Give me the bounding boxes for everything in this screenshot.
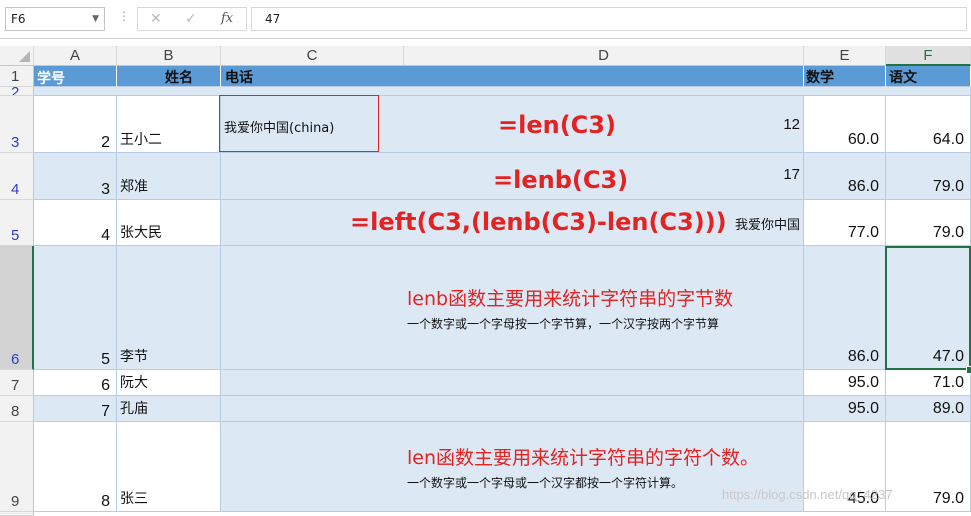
- column-header-d[interactable]: D: [404, 46, 804, 66]
- column-header-f[interactable]: F: [886, 46, 971, 66]
- cell-c8[interactable]: [221, 396, 804, 422]
- header-name-label: 姓名: [165, 70, 193, 86]
- cell-e6[interactable]: 86.0: [804, 246, 886, 370]
- select-all-button[interactable]: [0, 46, 34, 66]
- cell-e4[interactable]: 86.0: [804, 153, 886, 200]
- cell-d5-value: 我爱你中国: [734, 218, 800, 233]
- header-cell-chinese[interactable]: 语文: [886, 66, 971, 87]
- cell-a3[interactable]: 2: [34, 96, 117, 153]
- row-header-1[interactable]: 1: [0, 66, 34, 87]
- fill-handle[interactable]: [966, 366, 971, 374]
- drag-handle-icon[interactable]: ⋮: [118, 9, 130, 23]
- cell-f9[interactable]: 79.0: [886, 422, 971, 512]
- row-header-2[interactable]: 2: [0, 87, 34, 96]
- left-formula-annotation: =left(C3,(lenb(C3)-len(C3))): [350, 208, 727, 236]
- cell-a8[interactable]: 7: [34, 396, 117, 422]
- cell-b8[interactable]: 孔庙: [117, 396, 221, 422]
- row-header-5[interactable]: 5: [0, 200, 34, 246]
- select-all-icon: [19, 51, 30, 62]
- cell-a4[interactable]: 3: [34, 153, 117, 200]
- cell-e5[interactable]: 77.0: [804, 200, 886, 246]
- chevron-down-icon[interactable]: ▼: [92, 8, 99, 30]
- row-header-6[interactable]: 6: [0, 246, 34, 370]
- cell-d4-value: 17: [783, 166, 800, 183]
- cell-b9[interactable]: 张三: [117, 422, 221, 512]
- cell-c7[interactable]: [221, 370, 804, 396]
- header-phone-label: 电话: [225, 70, 253, 86]
- cell-a6[interactable]: 5: [34, 246, 117, 370]
- len-note-title: len函数主要用来统计字符串的字符个数。: [407, 447, 760, 469]
- cell-f8[interactable]: 89.0: [886, 396, 971, 422]
- highlight-box: [219, 95, 379, 152]
- name-box-value: F6: [11, 12, 26, 26]
- column-header-b[interactable]: B: [117, 46, 221, 66]
- column-header-c[interactable]: C: [221, 46, 404, 66]
- row-header-3[interactable]: 3: [0, 96, 34, 153]
- header-math-label: 数学: [806, 70, 834, 86]
- name-box[interactable]: F6 ▼: [5, 7, 105, 31]
- column-header-e[interactable]: E: [804, 46, 886, 66]
- lenb-note-body: 一个数字或一个字母按一个字节算，一个汉字按两个字节算: [407, 317, 720, 331]
- insert-function-icon[interactable]: fx: [221, 11, 233, 26]
- cell-b7[interactable]: 阮大: [117, 370, 221, 396]
- len-note-body: 一个数字或一个字母或一个汉字都按一个字符计算。: [407, 476, 684, 490]
- cell-e8[interactable]: 95.0: [804, 396, 886, 422]
- watermark: https://blog.csdn.net/qq_4237: [722, 487, 893, 502]
- row-header-10[interactable]: [0, 512, 34, 516]
- row-header-8[interactable]: 8: [0, 396, 34, 422]
- header-cell-name[interactable]: 姓名: [117, 66, 221, 87]
- formula-buttons: ✕ ✓ fx: [137, 7, 247, 31]
- cell-f3[interactable]: 64.0: [886, 96, 971, 153]
- cell-b3[interactable]: 王小二: [117, 96, 221, 153]
- len-formula-annotation: =len(C3): [498, 111, 616, 139]
- cell-d3-value: 12: [783, 116, 800, 133]
- cell-e7[interactable]: 95.0: [804, 370, 886, 396]
- table-row: [34, 87, 971, 96]
- row-header-7[interactable]: 7: [0, 370, 34, 396]
- enter-icon[interactable]: ✓: [185, 11, 197, 27]
- column-header-a[interactable]: A: [34, 46, 117, 66]
- cell-a7[interactable]: 6: [34, 370, 117, 396]
- formula-input[interactable]: 47: [251, 7, 967, 31]
- lenb-formula-annotation: =lenb(C3): [493, 166, 629, 194]
- cell-a9[interactable]: 8: [34, 422, 117, 512]
- lenb-note-title: lenb函数主要用来统计字符串的字节数: [407, 288, 734, 310]
- header-chinese-label: 语文: [889, 70, 917, 86]
- cell-b4[interactable]: 郑准: [117, 153, 221, 200]
- row-header-9[interactable]: 9: [0, 422, 34, 512]
- cell-f5[interactable]: 79.0: [886, 200, 971, 246]
- row-header-4[interactable]: 4: [0, 153, 34, 200]
- cell-b5[interactable]: 张大民: [117, 200, 221, 246]
- cell-a5[interactable]: 4: [34, 200, 117, 246]
- spreadsheet-window: F6 ▼ ⋮ ✕ ✓ fx 47 A B C D E F 1 学号 姓名 电话 …: [0, 0, 971, 516]
- cancel-icon[interactable]: ✕: [150, 11, 162, 27]
- formula-bar: F6 ▼ ⋮ ✕ ✓ fx 47: [0, 0, 971, 39]
- header-cell-math[interactable]: 数学: [804, 66, 886, 87]
- cell-b6[interactable]: 李节: [117, 246, 221, 370]
- header-cell-phone[interactable]: 电话: [221, 66, 804, 87]
- cell-f7[interactable]: 71.0: [886, 370, 971, 396]
- header-cell-id[interactable]: 学号: [34, 66, 117, 87]
- active-cell-border: [885, 246, 971, 370]
- header-id-label: 学号: [37, 71, 65, 87]
- cell-f4[interactable]: 79.0: [886, 153, 971, 200]
- cell-e3[interactable]: 60.0: [804, 96, 886, 153]
